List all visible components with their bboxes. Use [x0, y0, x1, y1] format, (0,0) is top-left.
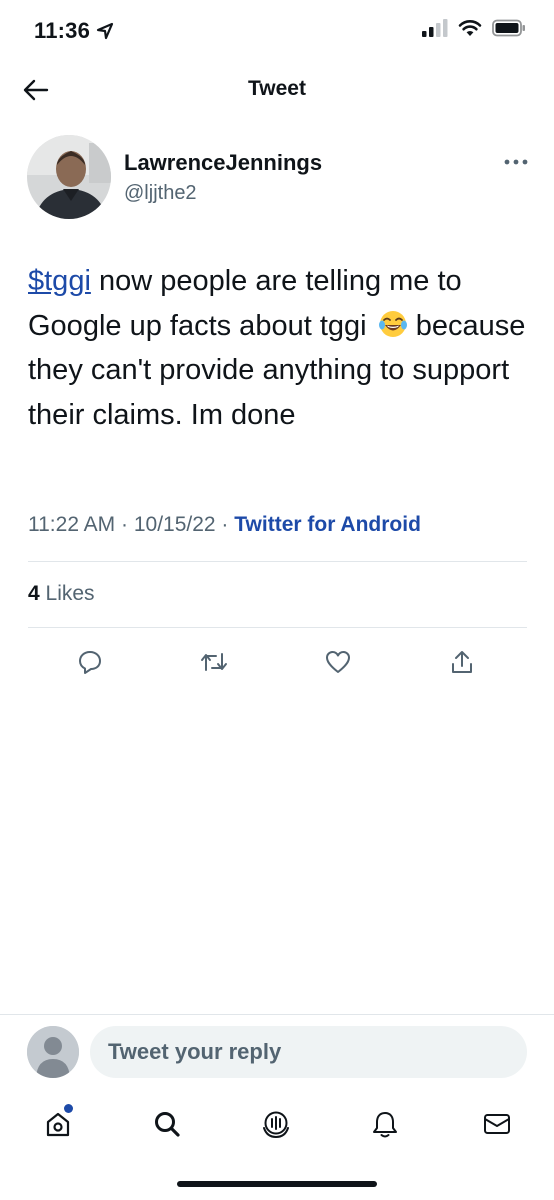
tweet-reply-input[interactable]: Tweet your reply [90, 1026, 527, 1078]
spaces-icon [263, 1111, 289, 1139]
battery-icon [492, 19, 525, 37]
location-arrow-icon [96, 22, 114, 40]
likes-count[interactable]: 4 Likes [28, 582, 95, 606]
tab-notifications[interactable] [363, 1102, 407, 1146]
divider [28, 627, 527, 628]
share-icon [452, 651, 472, 673]
share-button[interactable] [442, 642, 482, 682]
home-notification-dot [64, 1104, 73, 1113]
page-title: Tweet [248, 77, 306, 100]
profile-photo [27, 135, 111, 219]
meta-separator-2: · [215, 513, 235, 536]
status-time: 11:36 [34, 18, 91, 43]
tweet-actions [0, 642, 554, 682]
heart-icon [326, 651, 350, 673]
home-icon [46, 1112, 70, 1137]
face-with-tears-of-joy-icon [378, 310, 407, 337]
likes-label: Likes [39, 582, 95, 605]
retweet-icon [201, 653, 227, 671]
like-button[interactable] [318, 642, 358, 682]
retweet-button[interactable] [194, 642, 234, 682]
user-avatar[interactable] [27, 1026, 79, 1078]
reply-icon [79, 651, 101, 674]
cellular-signal-icon [422, 19, 448, 37]
wifi-icon [458, 20, 482, 36]
status-bar: 11:36 [0, 0, 554, 60]
home-indicator[interactable] [177, 1181, 377, 1187]
author-handle[interactable]: @ljjthe2 [124, 182, 197, 205]
bottom-tab-bar [0, 1098, 554, 1154]
bell-icon [373, 1112, 397, 1138]
default-avatar-icon [27, 1026, 79, 1078]
author-display-name[interactable]: LawrenceJennings [124, 150, 322, 176]
mail-icon [484, 1114, 510, 1134]
reply-placeholder: Tweet your reply [108, 1039, 282, 1064]
divider [28, 561, 527, 562]
tab-messages[interactable] [475, 1102, 519, 1146]
status-icons [422, 19, 526, 37]
cashtag-link[interactable]: $tggi [28, 265, 91, 297]
tab-spaces[interactable] [254, 1102, 298, 1146]
tweet-detail-screen: 11:36 Tweet LawrenceJennings @ljjthe2 $t… [0, 0, 554, 1200]
likes-number: 4 [28, 582, 40, 605]
meta-separator: · [115, 513, 134, 536]
tweet-meta: 11:22 AM · 10/15/22 · Twitter for Androi… [28, 513, 421, 537]
more-options-icon [504, 159, 528, 165]
tweet-source[interactable]: Twitter for Android [234, 513, 421, 536]
search-icon [155, 1112, 180, 1137]
author-avatar[interactable] [27, 135, 111, 219]
divider [0, 1014, 554, 1015]
tab-search[interactable] [145, 1102, 189, 1146]
tab-home[interactable] [36, 1102, 80, 1146]
top-nav-bar: Tweet [0, 60, 554, 120]
reply-button[interactable] [70, 642, 110, 682]
tweet-text: $tggi now people are telling me to Googl… [28, 259, 528, 437]
tweet-time[interactable]: 11:22 AM [28, 513, 115, 536]
more-options-button[interactable] [498, 150, 534, 174]
tweet-date[interactable]: 10/15/22 [134, 513, 216, 536]
